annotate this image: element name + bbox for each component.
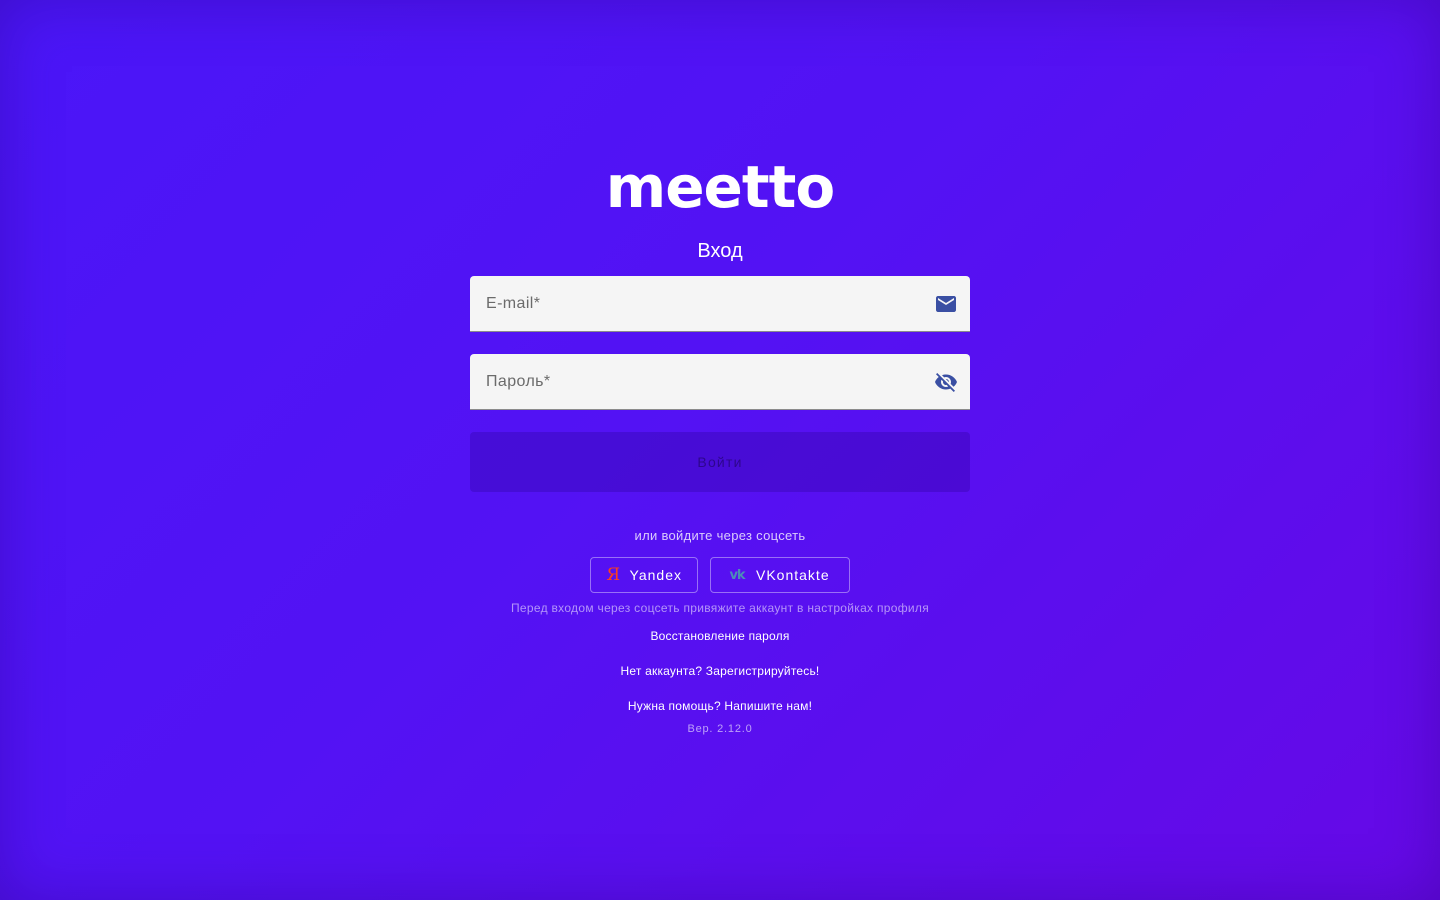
register-link[interactable]: Нет аккаунта? Зарегистрируйтесь! — [470, 664, 970, 678]
vk-login-button[interactable]: vk VKontakte — [710, 557, 850, 593]
version-label: Вер. 2.12.0 — [687, 723, 753, 735]
social-link-note: Перед входом через соцсеть привяжите акк… — [510, 601, 930, 615]
app-logo: meetto — [605, 153, 835, 221]
mail-icon — [936, 296, 956, 312]
page-title: Вход — [697, 240, 743, 262]
social-buttons: Я Yandex vk VKontakte — [470, 557, 970, 593]
recover-password-link[interactable]: Восстановление пароля — [470, 629, 970, 643]
password-field[interactable] — [470, 354, 970, 410]
help-link[interactable]: Нужна помощь? Напишите нам! — [470, 699, 970, 713]
vk-label: VKontakte — [756, 567, 830, 583]
login-button[interactable]: Войти — [470, 432, 970, 492]
email-field[interactable] — [470, 276, 970, 332]
email-input[interactable] — [470, 276, 942, 331]
social-login-hint: или войдите через соцсеть — [634, 528, 806, 543]
vk-logo-icon: vk — [729, 567, 745, 583]
yandex-logo-icon: Я — [606, 565, 622, 585]
yandex-label: Yandex — [629, 567, 682, 583]
eye-off-icon[interactable] — [934, 370, 958, 394]
yandex-login-button[interactable]: Я Yandex — [590, 557, 698, 593]
password-input[interactable] — [470, 354, 942, 409]
